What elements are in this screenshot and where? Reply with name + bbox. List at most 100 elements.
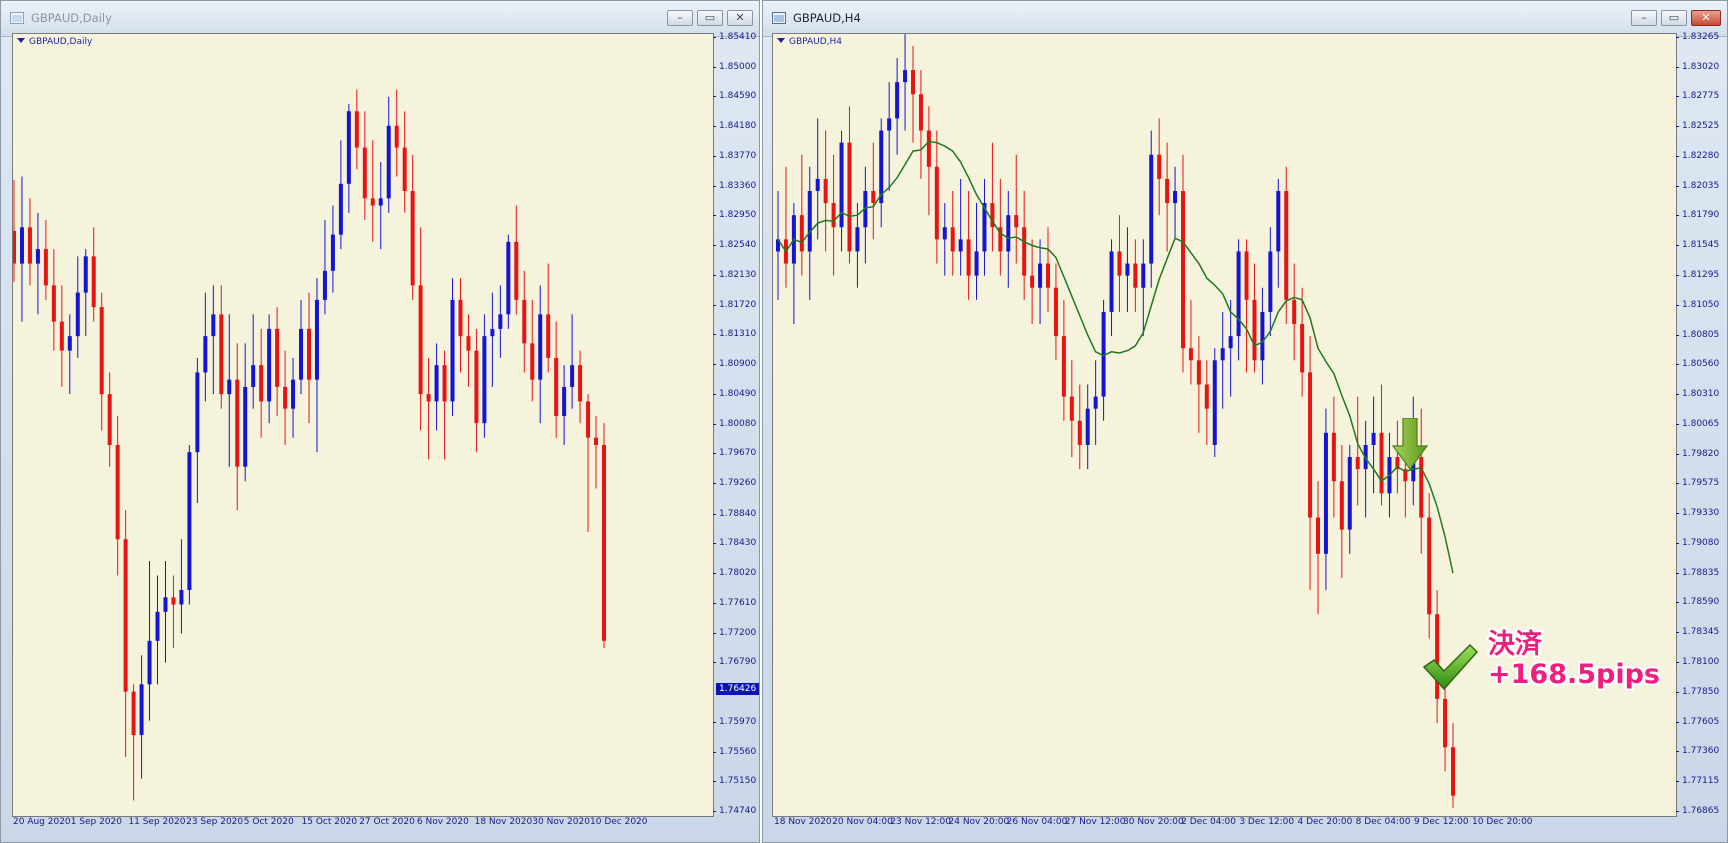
candle <box>19 176 24 322</box>
candle <box>1212 348 1217 458</box>
candle <box>123 510 128 757</box>
price-tick-label: 1.78020 <box>713 567 758 579</box>
price-tick-label: 1.76790 <box>713 656 758 668</box>
candle <box>1133 239 1138 312</box>
candle-body <box>442 365 447 402</box>
time-tick-label: 27 Nov 12:00 <box>1064 817 1126 827</box>
candle <box>1252 263 1257 373</box>
h4-window-titlebar[interactable]: GBPAUD,H4 – ▭ ✕ <box>763 1 1727 37</box>
candle-body <box>402 147 407 192</box>
candle-body <box>887 118 892 131</box>
price-tick-label: 1.80560 <box>1676 358 1725 370</box>
price-tick-text: 1.80065 <box>1682 419 1720 429</box>
current-price-tag: 1.76426 <box>716 682 760 695</box>
price-tick-text: 1.81310 <box>719 329 757 340</box>
candle <box>291 357 296 438</box>
minimize-button[interactable]: – <box>667 10 693 26</box>
candle <box>1339 444 1344 578</box>
close-icon: ✕ <box>1701 11 1711 24</box>
candle <box>966 190 971 300</box>
candle-body <box>1069 396 1074 421</box>
minimize-button[interactable]: – <box>1631 10 1657 26</box>
candle-body <box>1276 190 1281 252</box>
candle <box>887 82 892 191</box>
price-tick-label: 1.76865 <box>1676 805 1725 817</box>
price-tick-text: 1.75150 <box>719 776 757 787</box>
maximize-button[interactable]: ▭ <box>1661 10 1687 26</box>
price-tick-text: 1.78100 <box>1682 656 1720 667</box>
price-tick-text: 1.78840 <box>719 508 757 519</box>
price-tick-label: 1.81720 <box>713 299 758 311</box>
candle-body <box>918 94 923 131</box>
candle-body <box>314 299 319 380</box>
price-tick-label: 1.81545 <box>1676 239 1725 251</box>
daily-window-titlebar[interactable]: GBPAUD,Daily – ▭ ✕ <box>1 1 759 37</box>
price-tick-label: 1.75560 <box>713 746 758 758</box>
candle <box>330 205 335 293</box>
price-tick-text: 1.80560 <box>1682 359 1720 370</box>
close-button[interactable]: ✕ <box>727 10 753 26</box>
candle <box>354 89 359 170</box>
candle <box>1101 299 1106 421</box>
candle <box>942 203 947 276</box>
candle <box>346 104 351 213</box>
candle-body <box>554 357 559 416</box>
time-tick-label: 23 Nov 12:00 <box>890 817 952 827</box>
h4-chart-window[interactable]: GBPAUD,H4 – ▭ ✕ GBPAUD,H4 1.83265 1.83020… <box>762 0 1728 843</box>
price-tick-text: 1.83770 <box>719 150 757 161</box>
candle-body <box>346 111 351 184</box>
candle <box>1236 239 1241 361</box>
candle <box>67 314 72 395</box>
price-tick-label: 1.83020 <box>1676 61 1725 73</box>
candle <box>219 285 224 409</box>
h4-chart-area[interactable]: GBPAUD,H4 <box>772 33 1677 817</box>
price-tick-text: 1.75560 <box>719 746 757 757</box>
price-tick-label: 1.78100 <box>1676 656 1725 668</box>
candle <box>570 314 575 409</box>
candle <box>1316 481 1320 615</box>
maximize-button[interactable]: ▭ <box>697 10 723 26</box>
price-tick-text: 1.85410 <box>719 32 757 42</box>
price-tick-label: 1.79330 <box>1676 507 1725 519</box>
candle <box>1109 239 1114 337</box>
candle-body <box>466 336 471 351</box>
candle <box>51 249 56 351</box>
candle <box>974 203 979 300</box>
candle-body <box>966 239 971 276</box>
candle <box>839 130 844 252</box>
candle-body <box>187 452 192 591</box>
daily-chart-area[interactable]: GBPAUD,Daily <box>12 33 714 817</box>
candle <box>402 111 407 213</box>
daily-window-title: GBPAUD,Daily <box>31 11 112 25</box>
candle <box>1117 215 1122 312</box>
candle <box>450 278 455 416</box>
candle-body <box>903 70 908 83</box>
candle-body <box>179 590 184 605</box>
candle-body <box>1109 251 1114 312</box>
candle-body <box>394 125 399 148</box>
candle <box>171 575 176 649</box>
entry-arrow-icon <box>1392 418 1428 470</box>
candle <box>1276 178 1281 288</box>
candle <box>1030 239 1035 325</box>
candle-body <box>895 82 900 119</box>
price-tick-text: 1.79080 <box>1682 538 1720 549</box>
price-tick-label: 1.82130 <box>713 269 758 281</box>
price-tick-text: 1.81295 <box>1682 270 1720 281</box>
candle <box>990 142 995 252</box>
candle-body <box>530 343 535 380</box>
candle-body <box>974 251 979 276</box>
candle <box>1046 227 1050 312</box>
daily-chart-window[interactable]: GBPAUD,Daily – ▭ ✕ GBPAUD,Daily 1.85410 1… <box>0 0 760 843</box>
candle-body <box>1427 517 1432 615</box>
candle <box>1371 396 1376 494</box>
candle <box>602 423 606 649</box>
candle-body <box>490 328 495 337</box>
close-button[interactable]: ✕ <box>1691 10 1721 26</box>
candle <box>13 180 16 282</box>
candle-body <box>474 350 479 424</box>
candle <box>1260 287 1265 385</box>
candle <box>823 130 828 252</box>
candle <box>831 154 836 276</box>
candle <box>426 357 431 460</box>
